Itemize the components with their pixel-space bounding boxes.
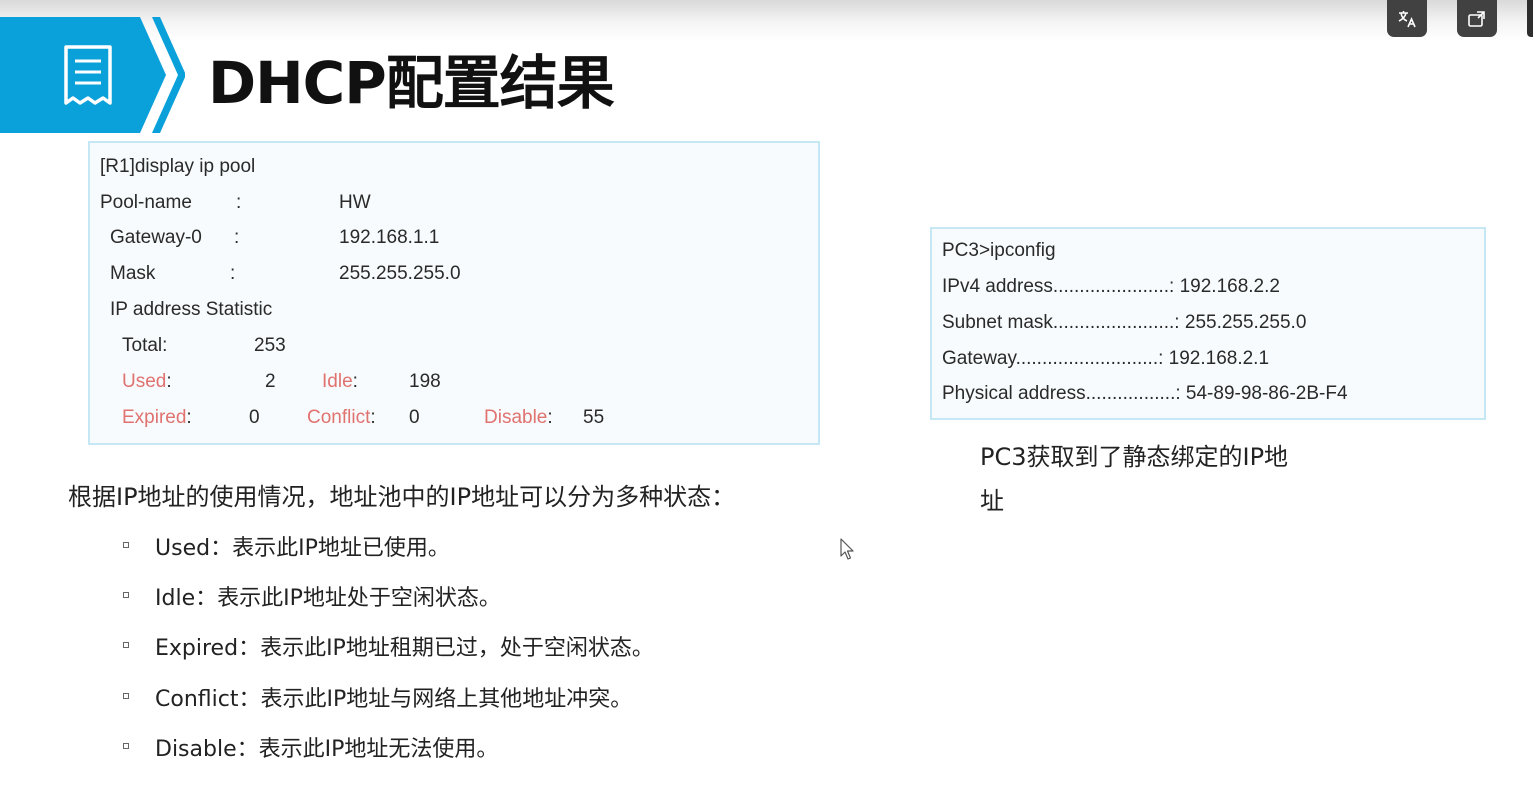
total-value: 253 — [254, 335, 286, 356]
disable-value: 55 — [583, 407, 605, 428]
used-label: Used: — [122, 371, 172, 392]
top-shadow — [0, 0, 1533, 40]
mouse-cursor-icon — [840, 538, 854, 560]
gateway-colon: : — [234, 227, 240, 248]
gateway-row: Gateway...........................: 192.… — [942, 348, 1270, 369]
pc-caption-line2: 址 — [980, 487, 1004, 515]
conflict-label: Conflict: — [307, 407, 376, 428]
pc-caption-line1: PC3获取到了静态绑定的IP地 — [980, 443, 1289, 471]
pc-command: PC3>ipconfig — [942, 240, 1056, 261]
total-label: Total: — [122, 335, 168, 356]
popout-button[interactable] — [1457, 0, 1497, 37]
physical-row: Physical address.................: 54-89… — [942, 383, 1348, 404]
list-item: Disable：表示此IP地址无法使用。 — [155, 737, 499, 762]
gateway-value: 192.168.1.1 — [339, 227, 440, 248]
idle-label: Idle: — [322, 371, 358, 392]
conflict-value: 0 — [409, 407, 420, 428]
intro-text: 根据IP地址的使用情况，地址池中的IP地址可以分为多种状态： — [68, 483, 736, 511]
statistic-label: IP address Statistic — [110, 299, 273, 320]
idle-value: 198 — [409, 371, 441, 392]
list-item: Expired：表示此IP地址租期已过，处于空闲状态。 — [155, 636, 654, 661]
gateway-label: Gateway-0 — [110, 227, 202, 248]
bullet-marker — [123, 743, 129, 749]
used-value: 2 — [265, 371, 276, 392]
list-item: Conflict：表示此IP地址与网络上其他地址冲突。 — [155, 687, 633, 712]
title-banner — [0, 17, 185, 133]
expired-label: Expired: — [122, 407, 192, 428]
expired-value: 0 — [249, 407, 260, 428]
mask-value: 255.255.255.0 — [339, 263, 461, 284]
pool-name-label: Pool-name — [100, 192, 192, 213]
translate-icon — [1398, 10, 1416, 27]
mask-label: Mask — [110, 263, 156, 284]
page-title: DHCP配置结果 — [208, 49, 615, 117]
subnet-row: Subnet mask.......................: 255.… — [942, 312, 1307, 333]
list-item: Idle：表示此IP地址处于空闲状态。 — [155, 586, 501, 611]
ipv4-row: IPv4 address......................: 192.… — [942, 276, 1280, 297]
bullet-marker — [123, 542, 129, 548]
window-edge — [1527, 0, 1533, 37]
list-item: Used：表示此IP地址已使用。 — [155, 536, 450, 561]
popout-icon — [1468, 10, 1485, 27]
pool-command: [R1]display ip pool — [100, 156, 256, 177]
mask-colon: : — [230, 263, 236, 284]
bullet-marker — [123, 693, 129, 699]
bullet-marker — [123, 642, 129, 648]
pool-output-box — [88, 141, 820, 445]
pool-name-value: HW — [339, 192, 371, 213]
pool-name-colon: : — [236, 192, 242, 213]
bullet-marker — [123, 592, 129, 598]
translate-button[interactable] — [1387, 0, 1427, 37]
disable-label: Disable: — [484, 407, 553, 428]
